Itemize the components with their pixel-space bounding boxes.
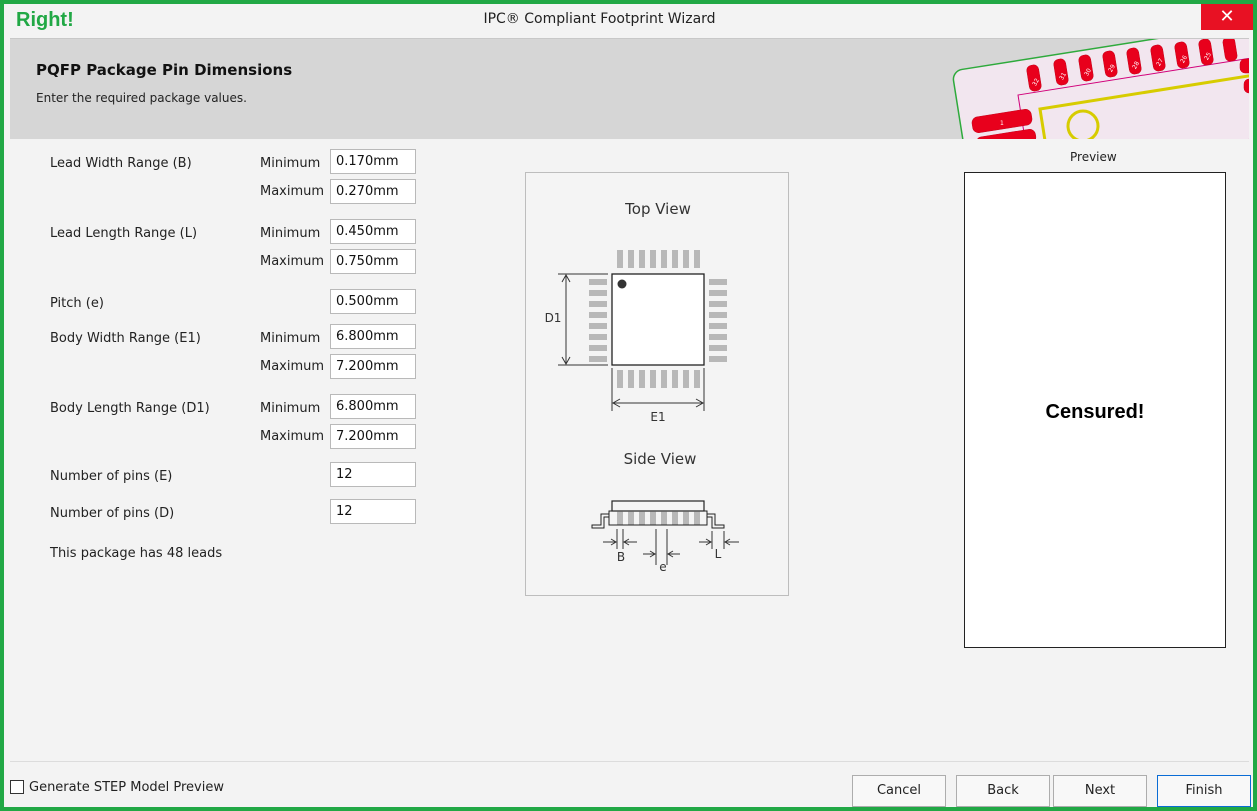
page-title: PQFP Package Pin Dimensions xyxy=(36,61,293,79)
lead-width-max-input[interactable] xyxy=(330,179,416,204)
cancel-button[interactable]: Cancel xyxy=(852,775,946,807)
pins-d-label: Number of pins (D) xyxy=(50,506,175,521)
lead-width-min-label: Minimum xyxy=(260,156,321,171)
lead-width-max-label: Maximum xyxy=(260,184,325,199)
e1-dimension xyxy=(611,368,705,411)
bottom-leads xyxy=(617,370,700,388)
side-right-gullwing xyxy=(707,513,725,529)
preview-label: Preview xyxy=(1070,150,1117,164)
page-header: PQFP Package Pin Dimensions Enter the re… xyxy=(10,38,1249,139)
package-diagram-svg: Top View D1 E1 Side View B e L xyxy=(545,200,739,574)
preview-panel: Censured! xyxy=(964,172,1226,648)
top-view-title: Top View xyxy=(624,200,691,218)
body-width-max-input[interactable] xyxy=(330,354,416,379)
top-leads xyxy=(617,250,700,268)
step-preview-label[interactable]: Generate STEP Model Preview xyxy=(29,780,224,795)
body-width-max-label: Maximum xyxy=(260,359,325,374)
step-preview-checkbox[interactable] xyxy=(10,780,24,794)
title-bar: Right! IPC® Compliant Footprint Wizard ✕ xyxy=(4,4,1253,36)
pitch-input[interactable] xyxy=(330,289,416,314)
body-width-label: Body Width Range (E1) xyxy=(50,331,201,346)
body-length-label: Body Length Range (D1) xyxy=(50,401,210,416)
d1-label: D1 xyxy=(545,311,562,325)
e-label: e xyxy=(659,560,666,574)
lead-length-min-label: Minimum xyxy=(260,226,321,241)
body-width-min-input[interactable] xyxy=(330,324,416,349)
window-title: IPC® Compliant Footprint Wizard xyxy=(483,11,716,27)
lead-length-label: Lead Length Range (L) xyxy=(50,226,198,241)
lead-count-text: This package has 48 leads xyxy=(50,546,223,561)
pins-e-input[interactable] xyxy=(330,462,416,487)
pad-label: 1 xyxy=(1000,120,1004,127)
package-diagram: Top View D1 E1 Side View B e L xyxy=(525,172,789,596)
right-leads xyxy=(709,279,727,362)
body-length-min-label: Minimum xyxy=(260,401,321,416)
wizard-window: Right! IPC® Compliant Footprint Wizard ✕… xyxy=(0,0,1257,811)
footer-bar: Generate STEP Model Preview Cancel Back … xyxy=(10,761,1251,807)
side-left-gullwing xyxy=(591,513,609,529)
side-lower-body xyxy=(608,510,708,526)
package-body xyxy=(611,273,705,366)
b-label: B xyxy=(617,550,625,564)
lead-length-max-label: Maximum xyxy=(260,254,325,269)
pitch-label: Pitch (e) xyxy=(50,296,104,311)
pin1-marker xyxy=(617,279,627,289)
preview-message: Censured! xyxy=(1045,401,1145,423)
d1-dimension xyxy=(558,273,608,366)
left-leads xyxy=(589,279,607,362)
page-subtitle: Enter the required package values. xyxy=(36,91,247,105)
form-area: Lead Width Range (B) Minimum Maximum Lea… xyxy=(10,139,1249,759)
lead-width-label: Lead Width Range (B) xyxy=(50,156,192,171)
lead-length-max-input[interactable] xyxy=(330,249,416,274)
next-button[interactable]: Next xyxy=(1053,775,1147,807)
body-length-max-input[interactable] xyxy=(330,424,416,449)
finish-button[interactable]: Finish xyxy=(1157,775,1251,807)
lead-width-min-input[interactable] xyxy=(330,149,416,174)
side-view-title: Side View xyxy=(624,450,697,468)
pins-d-input[interactable] xyxy=(330,499,416,524)
pcb-illustration: 32 31 30 29 28 27 26 25 1 xyxy=(952,39,1249,139)
side-leads xyxy=(617,511,700,525)
l-label: L xyxy=(715,547,722,561)
body-width-min-label: Minimum xyxy=(260,331,321,346)
close-button[interactable]: ✕ xyxy=(1201,4,1253,30)
lead-length-min-input[interactable] xyxy=(330,219,416,244)
body-length-min-input[interactable] xyxy=(330,394,416,419)
pins-e-label: Number of pins (E) xyxy=(50,469,173,484)
side-body xyxy=(611,500,705,512)
body-length-max-label: Maximum xyxy=(260,429,325,444)
e1-label: E1 xyxy=(650,410,665,424)
back-button[interactable]: Back xyxy=(956,775,1050,807)
